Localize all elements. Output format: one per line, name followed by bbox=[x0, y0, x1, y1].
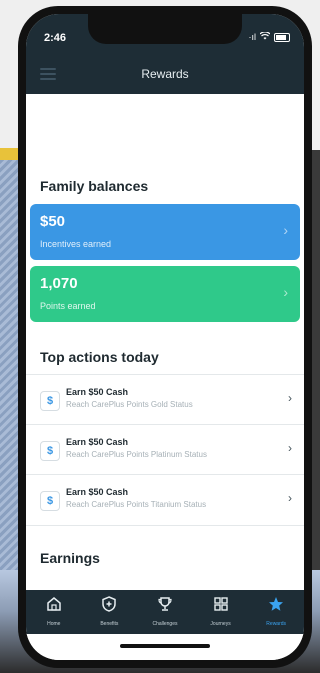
incentives-value: $50 bbox=[40, 213, 66, 230]
action-item-gold[interactable]: $ Earn $50 Cash Reach CarePlus Points Go… bbox=[26, 374, 304, 425]
tab-rewards[interactable]: Rewards bbox=[248, 590, 304, 634]
tab-challenges[interactable]: Challenges bbox=[137, 590, 193, 634]
tab-label: Rewards bbox=[266, 621, 287, 627]
notch bbox=[88, 14, 242, 44]
chevron-right-icon: › bbox=[283, 284, 288, 300]
tab-home[interactable]: Home bbox=[26, 590, 82, 634]
action-title: Earn $50 Cash bbox=[66, 437, 129, 447]
points-label: Points earned bbox=[40, 301, 96, 311]
home-indicator-area bbox=[26, 634, 304, 660]
dollar-icon: $ bbox=[40, 491, 60, 511]
incentives-label: Incentives earned bbox=[40, 239, 112, 249]
bottom-tab-bar: Home Benefits Challenges Journeys Reward… bbox=[26, 590, 304, 634]
incentives-balance-card[interactable]: $50 Incentives earned › bbox=[30, 204, 300, 260]
tab-label: Challenges bbox=[152, 621, 178, 627]
action-subtitle: Reach CarePlus Points Platinum Status bbox=[66, 450, 207, 459]
wifi-icon bbox=[259, 31, 271, 42]
page-title: Rewards bbox=[141, 67, 189, 81]
status-icons: ·ıl bbox=[248, 31, 290, 42]
action-title: Earn $50 Cash bbox=[66, 387, 129, 397]
chevron-right-icon: › bbox=[288, 491, 292, 505]
tab-label: Benefits bbox=[100, 621, 119, 627]
chevron-right-icon: › bbox=[288, 441, 292, 455]
status-bar: 2:46 ·ıl bbox=[26, 14, 304, 54]
grid-icon bbox=[193, 595, 249, 613]
shield-plus-icon bbox=[82, 595, 138, 613]
points-value: 1,070 bbox=[40, 275, 78, 292]
tab-label: Home bbox=[47, 621, 61, 627]
action-subtitle: Reach CarePlus Points Gold Status bbox=[66, 400, 193, 409]
battery-icon bbox=[274, 32, 290, 42]
earnings-title: Earnings bbox=[40, 550, 100, 566]
rewards-content: Family balances $50 Incentives earned › … bbox=[26, 94, 304, 590]
points-balance-card[interactable]: 1,070 Points earned › bbox=[30, 266, 300, 322]
tab-journeys[interactable]: Journeys bbox=[193, 590, 249, 634]
phone-screen: 2:46 ·ıl Rewards Family balances $50 Inc… bbox=[26, 14, 304, 660]
tab-benefits[interactable]: Benefits bbox=[82, 590, 138, 634]
top-actions-title: Top actions today bbox=[40, 349, 159, 365]
status-time: 2:46 bbox=[44, 32, 67, 44]
family-balances-title: Family balances bbox=[40, 178, 149, 194]
tab-label: Journeys bbox=[210, 621, 231, 627]
home-indicator[interactable] bbox=[120, 644, 210, 648]
nav-bar: Rewards bbox=[26, 54, 304, 94]
action-title: Earn $50 Cash bbox=[66, 487, 129, 497]
chevron-right-icon: › bbox=[283, 222, 288, 238]
home-icon bbox=[26, 595, 82, 613]
trophy-icon bbox=[137, 595, 193, 613]
signal-icon: ·ıl bbox=[248, 32, 257, 42]
chevron-right-icon: › bbox=[288, 391, 292, 405]
dollar-icon: $ bbox=[40, 391, 60, 411]
dollar-icon: $ bbox=[40, 441, 60, 461]
action-item-titanium[interactable]: $ Earn $50 Cash Reach CarePlus Points Ti… bbox=[26, 474, 304, 526]
action-item-platinum[interactable]: $ Earn $50 Cash Reach CarePlus Points Pl… bbox=[26, 424, 304, 475]
star-icon bbox=[248, 595, 304, 613]
action-subtitle: Reach CarePlus Points Titanium Status bbox=[66, 500, 207, 509]
phone-frame: 2:46 ·ıl Rewards Family balances $50 Inc… bbox=[18, 6, 312, 668]
